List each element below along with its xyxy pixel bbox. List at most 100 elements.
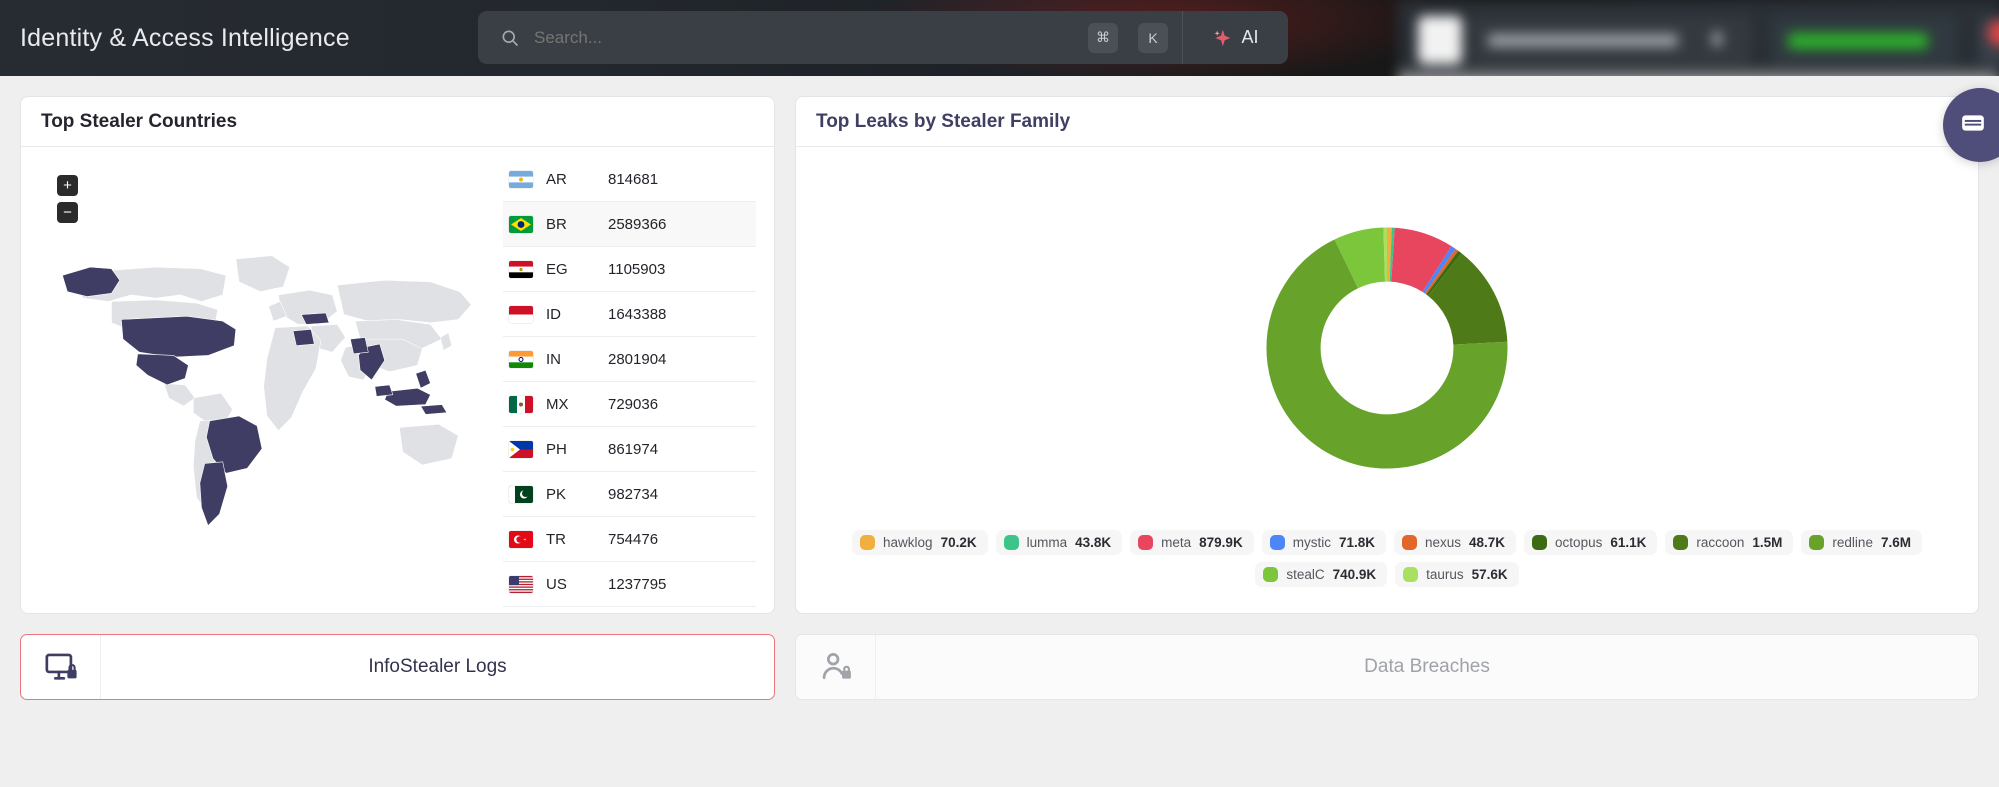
table-row[interactable]: PH 861974 [503,427,756,472]
legend-label: nexus [1424,535,1462,550]
tab-data-breaches[interactable]: Data Breaches [795,634,1979,700]
table-row[interactable]: EG 1105903 [503,247,756,292]
table-row[interactable]: IN 2801904 [503,337,756,382]
chevron-down-icon[interactable] [1712,32,1722,46]
notifications-bell-icon[interactable] [1978,16,1999,64]
donut-card-body: hawklog 70.2K lumma 43.8K meta 879.9K mystic 71… [796,147,1978,613]
legend-item-redline[interactable]: redline 7.6M [1801,530,1922,555]
table-row[interactable]: AR 814681 [503,157,756,202]
map-zoom-controls[interactable]: + − [57,175,78,229]
table-row[interactable]: BR 2589366 [503,202,756,247]
legend-swatch [1138,535,1154,550]
country-value: 729036 [608,395,659,413]
legend-item-stealC[interactable]: stealC 740.9K [1255,562,1388,587]
card-title: Top Stealer Countries [41,111,238,132]
legend-item-hawklog[interactable]: hawklog 70.2K [852,530,988,555]
table-row[interactable]: PK 982734 [503,472,756,517]
table-row[interactable]: US 1237795 [503,562,756,607]
legend-swatch [1673,535,1689,550]
map-card-body: + − AR 814681 BR 2589366 EG 1105903 ID 1… [21,147,774,613]
card-header: Top Leaks by Stealer Family [796,97,1978,147]
legend-value: 879.9K [1199,535,1243,550]
org-selector[interactable] [1470,16,1752,64]
country-code: IN [546,350,561,368]
legend-swatch [1003,535,1019,550]
country-value: 982734 [608,485,659,503]
legend-label: mystic [1292,535,1331,550]
table-row[interactable]: MX 729036 [503,382,756,427]
global-search[interactable]: ⌘ K AI [478,11,1288,64]
country-code: EG [546,260,568,278]
account-toolbar-redacted [1398,0,1999,76]
zoom-in-button[interactable]: + [57,175,78,196]
legend-value: 7.6M [1880,535,1911,550]
legend-value: 1.5M [1752,535,1783,550]
kbd-modifier: ⌘ [1088,22,1118,53]
legend-swatch [1532,535,1548,550]
card-header: Top Stealer Countries [21,97,774,147]
legend-item-raccoon[interactable]: raccoon 1.5M [1665,530,1794,555]
country-value: 1237795 [608,575,667,593]
sparkle-icon [1212,28,1232,48]
chart-legend: hawklog 70.2K lumma 43.8K meta 879.9K mystic 71… [816,530,1958,599]
chat-icon [1960,110,1999,141]
legend-label: raccoon [1696,535,1745,550]
tab-label: InfoStealer Logs [368,656,507,677]
legend-item-mystic[interactable]: mystic 71.8K [1261,530,1386,555]
legend-item-taurus[interactable]: taurus 57.6K [1395,562,1519,587]
legend-swatch [860,535,876,550]
search-icon [500,28,520,48]
country-value: 2801904 [608,350,667,368]
country-value: 2589366 [608,215,667,233]
person-lock-icon [796,635,876,699]
world-map-container[interactable]: + − [21,147,503,613]
donut-chart[interactable] [1264,225,1510,471]
zoom-out-button[interactable]: − [57,202,78,223]
cards-row: Top Stealer Countries + − AR 814681 BR 2… [20,96,1979,614]
legend-item-nexus[interactable]: nexus 48.7K [1393,530,1517,555]
dashboard-body: Top Stealer Countries + − AR 814681 BR 2… [0,76,1999,720]
app-header: Identity & Access Intelligence ⌘ K AI [0,0,1999,76]
tab-infostealer-logs[interactable]: InfoStealer Logs [20,634,775,700]
legend-label: octopus [1555,535,1603,550]
legend-value: 70.2K [940,535,977,550]
flag-icon-us [509,575,533,593]
legend-label: lumma [1026,535,1068,550]
donut-chart-container [816,165,1958,530]
table-row[interactable]: TR 754476 [503,517,756,562]
legend-label: meta [1161,535,1192,550]
legend-label: redline [1832,535,1873,550]
legend-label: taurus [1426,567,1464,582]
legend-item-octopus[interactable]: octopus 61.1K [1524,530,1658,555]
monitor-lock-icon [21,635,101,699]
flag-icon-in [509,350,533,368]
flag-icon-ar [509,170,533,188]
top-stealer-countries-card: Top Stealer Countries + − AR 814681 BR 2… [20,96,775,614]
flag-icon-id [509,305,533,323]
country-code: MX [546,395,569,413]
flag-icon-mx [509,395,533,413]
legend-item-meta[interactable]: meta 879.9K [1130,530,1254,555]
page-title: Identity & Access Intelligence [20,23,350,52]
kbd-key: K [1138,22,1168,53]
search-input-wrapper[interactable]: ⌘ K [478,11,1182,64]
ai-button[interactable]: AI [1182,11,1288,64]
country-code: TR [546,530,566,548]
legend-swatch [1403,567,1419,582]
legend-swatch [1269,535,1285,550]
table-row[interactable]: ID 1643388 [503,292,756,337]
org-logo [1418,16,1462,64]
flag-icon-pk [509,485,533,503]
legend-value: 740.9K [1332,567,1377,582]
search-input[interactable] [534,27,1068,48]
country-value: 814681 [608,170,659,188]
legend-value: 71.8K [1338,535,1375,550]
country-value: 1105903 [608,260,666,278]
country-code: PH [546,440,567,458]
legend-label: stealC [1286,567,1325,582]
legend-item-lumma[interactable]: lumma 43.8K [995,530,1123,555]
flag-icon-eg [509,260,533,278]
world-map[interactable] [33,159,491,601]
legend-value: 43.8K [1075,535,1112,550]
tab-label: Data Breaches [1364,656,1490,677]
